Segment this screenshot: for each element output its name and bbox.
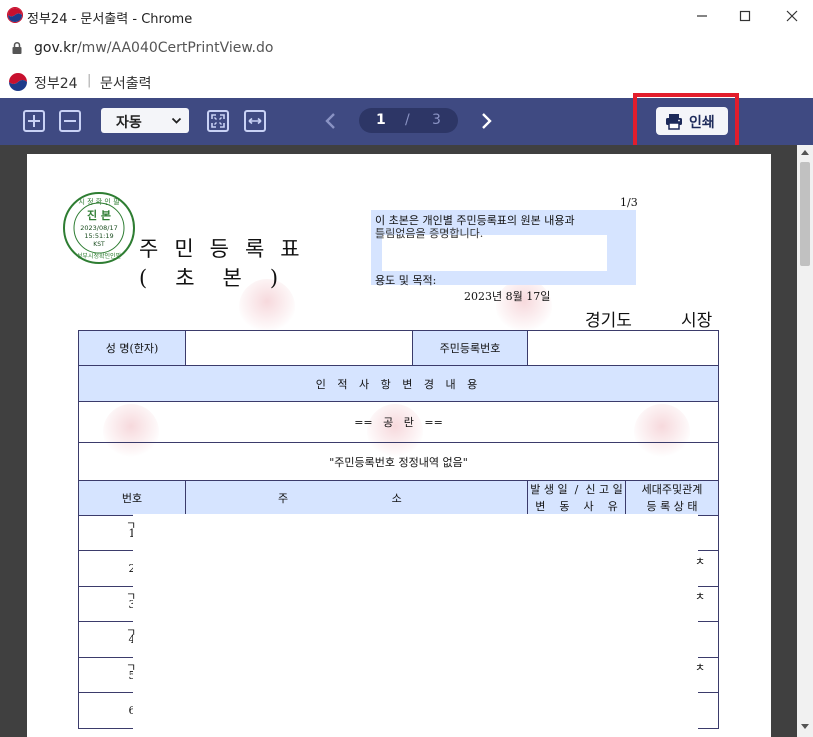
- table-row: 인 적 사 항 변 경 내 용: [78, 365, 719, 402]
- next-page-button[interactable]: [476, 110, 496, 132]
- total-pages: 3: [432, 112, 441, 128]
- document-title: 주민등록표: [139, 237, 316, 261]
- previous-page-button[interactable]: [321, 110, 341, 132]
- document-viewer[interactable]: 시 정 확 인 필 진 본 2023/08/17 15:51:19 KST 성부…: [0, 145, 797, 737]
- row-suffix-char: ㅊ: [695, 590, 706, 603]
- header-separator: |: [87, 73, 92, 88]
- maximize-button[interactable]: [725, 4, 765, 28]
- row-suffix-char: ㅊ: [695, 661, 706, 674]
- fit-page-icon: [211, 114, 225, 128]
- fit-page-button[interactable]: [207, 110, 229, 132]
- row-prefix-char: ㄱ: [126, 590, 137, 603]
- gov24-logo-icon[interactable]: [8, 72, 28, 92]
- page-title: 문서출력: [100, 76, 152, 92]
- row-suffix-char: ㅊ: [695, 555, 706, 568]
- issuer-province: 경기도: [585, 311, 632, 331]
- seal-top-text: 시 정 확 인 필: [78, 197, 119, 206]
- col-household: 세대주및관계등 록 상 태: [625, 480, 719, 516]
- name-label-cell: 성 명(한자): [78, 330, 186, 366]
- lock-icon: [12, 41, 22, 54]
- row-prefix-char: ㄱ: [126, 661, 137, 674]
- fit-width-button[interactable]: [244, 110, 266, 132]
- col-household-top: 세대주및관계: [641, 483, 703, 496]
- issue-date: 2023년 8월 17일: [464, 290, 551, 303]
- section-header-cell: 인 적 사 항 변 경 내 용: [78, 365, 719, 402]
- row-prefix-char: ㄱ: [126, 519, 137, 532]
- minus-icon: [64, 120, 76, 122]
- maximize-icon: [739, 10, 751, 22]
- window-title: 정부24 - 문서출력 - Chrome: [27, 12, 193, 27]
- document-subtitle: (초본): [139, 266, 307, 290]
- vertical-scrollbar[interactable]: [797, 145, 813, 737]
- document-page: 시 정 확 인 필 진 본 2023/08/17 15:51:19 KST 성부…: [27, 154, 771, 737]
- url-path: /mw/AA040CertPrintView.do: [76, 40, 274, 56]
- col-address-2: 소: [391, 492, 402, 505]
- col-dates-bottom: 변 동 사 유: [535, 500, 618, 513]
- address-bar[interactable]: gov.kr/mw/AA040CertPrintView.do: [0, 32, 813, 64]
- seal-tz: KST: [93, 241, 105, 248]
- plus-icon: [28, 115, 40, 127]
- name-value-cell: [185, 330, 413, 366]
- zoom-value: 자동: [116, 115, 142, 131]
- notice-line-2: 틀림없음을 증명합니다.: [375, 227, 484, 240]
- rrn-label-cell: 주민등록번호: [412, 330, 528, 366]
- url-host: gov.kr: [34, 40, 77, 56]
- seal-bottom-text: 성부시청확인인필: [77, 252, 121, 260]
- rrn-value-cell: [527, 330, 719, 366]
- site-name[interactable]: 정부24: [34, 73, 78, 93]
- fit-width-icon: [248, 117, 262, 125]
- authentication-seal-icon: 시 정 확 인 필 진 본 2023/08/17 15:51:19 KST 성부…: [63, 192, 135, 264]
- zoom-out-button[interactable]: [59, 110, 81, 132]
- blank-row-cell: == 공 란 ==: [78, 401, 719, 443]
- table-row: 성 명(한자) 주민등록번호: [78, 330, 719, 366]
- col-household-bottom: 등 록 상 태: [646, 500, 698, 513]
- current-page[interactable]: 1: [376, 112, 386, 128]
- zoom-select[interactable]: 자동: [101, 108, 189, 133]
- close-button[interactable]: [772, 4, 812, 28]
- col-address-1: 주: [278, 492, 289, 505]
- table-header-row: 번호 주 소 발 생 일 / 신 고 일변 동 사 유 세대주및관계등 록 상 …: [78, 480, 719, 516]
- scrollbar-thumb[interactable]: [800, 162, 810, 266]
- table-row: == 공 란 ==: [78, 401, 719, 443]
- page-separator: /: [405, 112, 410, 128]
- issuer-title: 시장: [681, 311, 713, 331]
- seal-time: 15:51:19: [84, 232, 113, 240]
- col-dates-top: 발 생 일 / 신 고 일: [530, 483, 623, 496]
- minimize-icon: [697, 15, 707, 17]
- window-titlebar: 정부24 - 문서출력 - Chrome: [0, 0, 813, 32]
- seal-date: 2023/08/17: [80, 224, 117, 232]
- col-dates: 발 생 일 / 신 고 일변 동 사 유: [527, 480, 626, 516]
- scroll-down-arrow-icon[interactable]: [801, 724, 809, 729]
- redacted-area: [133, 514, 698, 729]
- row-prefix-char: ㄱ: [126, 626, 137, 639]
- minimize-button[interactable]: [682, 4, 722, 28]
- page-indicator-text: 1/3: [620, 196, 638, 209]
- purpose-label: 용도 및 목적:: [375, 274, 437, 287]
- scroll-up-arrow-icon[interactable]: [801, 150, 809, 155]
- page-indicator: 1 / 3: [359, 108, 458, 133]
- seal-center-text: 진 본: [87, 208, 111, 222]
- zoom-in-button[interactable]: [23, 110, 45, 132]
- url-text: gov.kr/mw/AA040CertPrintView.do: [34, 40, 273, 56]
- print-button-highlight: [633, 93, 739, 149]
- col-number: 번호: [78, 480, 186, 516]
- close-icon: [786, 10, 798, 22]
- chevron-down-icon: [171, 117, 182, 124]
- rrn-correction-cell: "주민등록번호 정정내역 없음": [78, 442, 719, 481]
- table-row: "주민등록번호 정정내역 없음": [78, 442, 719, 481]
- gov24-logo-icon: [7, 7, 23, 23]
- col-address: 주 소: [185, 480, 528, 516]
